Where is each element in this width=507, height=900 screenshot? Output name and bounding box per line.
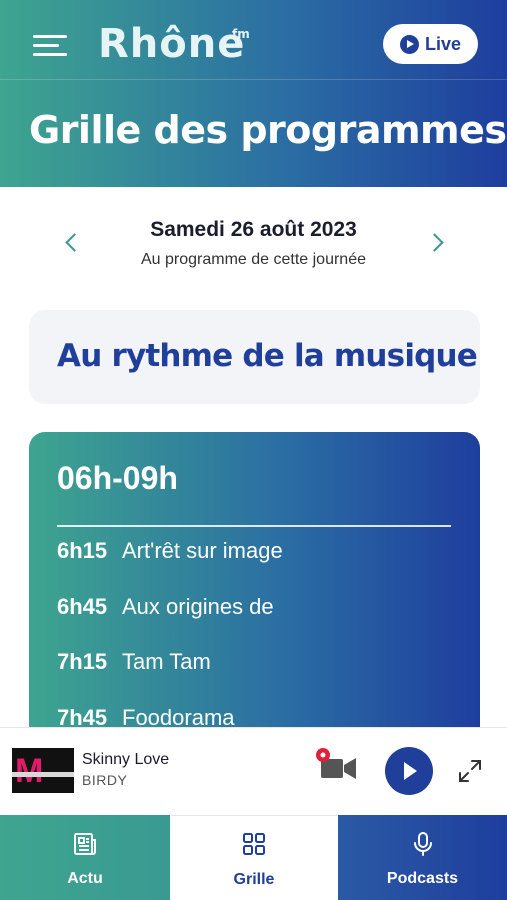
microphone-icon (413, 832, 432, 856)
tab-podcasts[interactable]: Podcasts (338, 815, 507, 900)
top-bar: Rhône fm Live (0, 0, 507, 80)
program-banner: Au rythme de la musique (29, 310, 480, 404)
tab-label: Podcasts (386, 870, 459, 887)
slot-item-time: 7h15 (57, 649, 108, 674)
track-title: Skinny Love (82, 751, 170, 768)
slot-time-range: 06h-09h (57, 460, 178, 496)
live-label: Live (424, 33, 462, 54)
slot-item[interactable]: 7h15 Tam Tam (57, 649, 211, 679)
slot-item-name: Art'rêt sur image (122, 538, 283, 563)
slot-item-name: Aux origines de (122, 594, 274, 619)
page-title: Grille des programmes (29, 108, 507, 152)
logo-text: Rhône (98, 21, 246, 67)
date-navigator: Samedi 26 août 2023 Au programme de cett… (0, 215, 507, 275)
divider (57, 525, 451, 527)
slot-item-name: Tam Tam (122, 649, 211, 674)
hamburger-menu-icon[interactable] (33, 33, 67, 57)
slot-item[interactable]: 6h15 Art'rêt sur image (57, 538, 283, 568)
slot-item-time: 6h15 (57, 538, 108, 563)
tab-actu[interactable]: Actu (0, 815, 170, 900)
tab-grille[interactable]: Grille (170, 815, 338, 900)
cover-letter: M (15, 752, 44, 790)
live-button[interactable]: Live (383, 24, 478, 64)
slot-item[interactable]: 6h45 Aux origines de (57, 594, 274, 624)
play-icon (399, 34, 419, 54)
bottom-tab-bar: Actu Grille Podcasts (0, 815, 507, 900)
header: Rhône fm Live Grille des programmes (0, 0, 507, 187)
time-slot-card[interactable]: 06h-09h 6h15 Art'rêt sur image 6h45 Aux or… (29, 432, 480, 752)
newspaper-icon (74, 833, 96, 855)
next-day-chevron-icon[interactable] (428, 231, 444, 255)
logo-suffix: fm (232, 27, 250, 41)
tab-label: Actu (67, 870, 103, 887)
program-title: Au rythme de la musique (57, 338, 478, 374)
play-button[interactable] (385, 747, 433, 795)
track-artist: BIRDY (82, 772, 128, 788)
video-camera-icon[interactable] (314, 746, 360, 786)
tab-label: Grille (233, 871, 275, 888)
expand-icon[interactable] (457, 758, 483, 784)
slot-item-time: 6h45 (57, 594, 108, 619)
album-cover[interactable]: M (12, 748, 74, 793)
grid-icon (243, 833, 265, 855)
rhone-fm-logo[interactable]: Rhône fm (98, 20, 250, 68)
